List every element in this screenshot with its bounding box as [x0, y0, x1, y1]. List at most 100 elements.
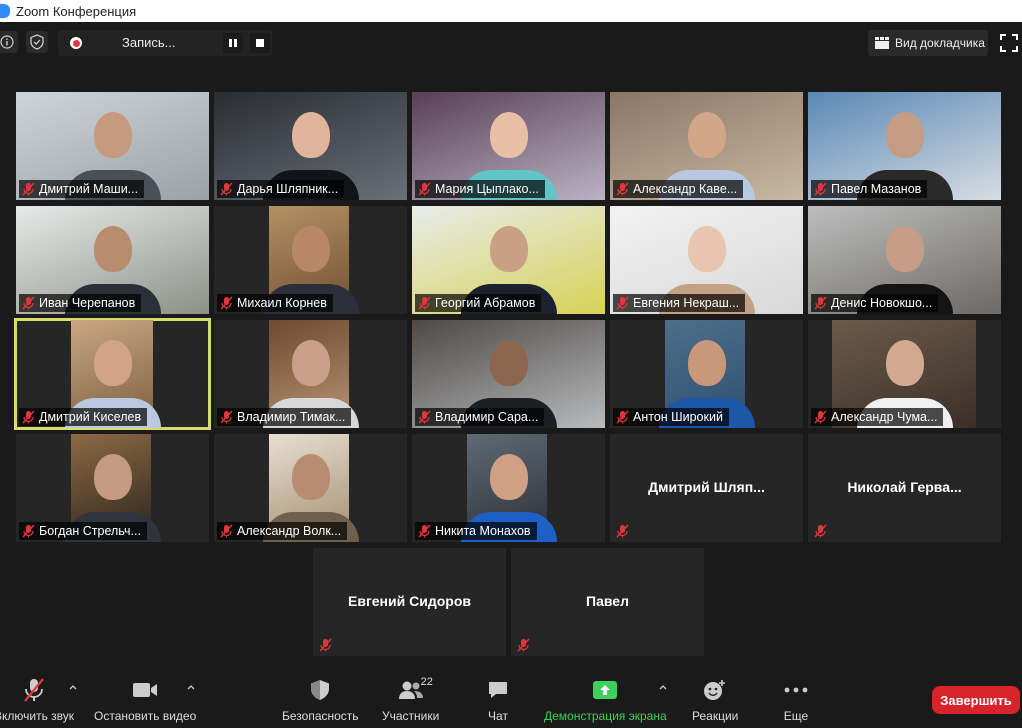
- pause-recording-button[interactable]: [223, 33, 243, 53]
- participant-tile[interactable]: Николай Герва...: [808, 434, 1001, 542]
- participant-face: [93, 226, 132, 272]
- participant-name-bar: Александр Волк...: [217, 522, 348, 540]
- muted-mic-icon: [814, 410, 827, 424]
- participant-name-bar: Владимир Тимак...: [217, 408, 352, 426]
- chat-label: Чат: [488, 709, 508, 723]
- recording-indicator: Запись...: [58, 30, 272, 56]
- participant-name: Иван Черепанов: [39, 296, 136, 310]
- participant-tile[interactable]: Павел Мазанов: [808, 92, 1001, 200]
- participant-tile[interactable]: Александр Кавe...: [610, 92, 803, 200]
- participants-button[interactable]: 22 Участники: [382, 676, 439, 723]
- participant-tile[interactable]: Владимир Сара...: [412, 320, 605, 428]
- reactions-label: Реакции: [692, 709, 739, 723]
- share-screen-label: Демонстрация экрана: [544, 709, 667, 723]
- participant-tile[interactable]: Павел: [511, 548, 704, 656]
- participant-face: [687, 112, 726, 158]
- participant-face: [885, 112, 924, 158]
- shield-icon: [306, 678, 334, 702]
- participant-tile[interactable]: Евгений Сидоров: [313, 548, 506, 656]
- participant-tile[interactable]: Денис Новокшо...: [808, 206, 1001, 314]
- participant-name: Денис Новокшо...: [831, 296, 933, 310]
- participant-name: Евгения Некраш...: [633, 296, 740, 310]
- reactions-button[interactable]: Реакции: [692, 678, 738, 723]
- muted-mic-icon: [814, 524, 827, 538]
- muted-mic-icon: [616, 182, 629, 196]
- participant-tile[interactable]: Александр Волк...: [214, 434, 407, 542]
- chat-bubble-icon: [484, 678, 512, 702]
- info-icon: [0, 35, 14, 49]
- participant-tile[interactable]: Евгения Некраш...: [610, 206, 803, 314]
- participants-icon: 22: [397, 676, 433, 702]
- stop-recording-button[interactable]: [250, 33, 270, 53]
- security-label: Безопасность: [282, 709, 359, 723]
- participant-name-bar: Евгения Некраш...: [613, 294, 746, 312]
- speaker-view-button[interactable]: Вид докладчика: [868, 30, 988, 56]
- participant-face: [489, 226, 528, 272]
- participant-tile[interactable]: Владимир Тимак...: [214, 320, 407, 428]
- participant-name: Владимир Сара...: [435, 410, 539, 424]
- muted-mic-icon: [616, 524, 629, 538]
- participant-name-bar: Георгий Абрамов: [415, 294, 542, 312]
- muted-mic-icon: [517, 638, 530, 652]
- participant-tile[interactable]: Дарья Шляпник...: [214, 92, 407, 200]
- participant-face: [291, 226, 330, 272]
- window-titlebar: Zoom Конференция: [0, 0, 1022, 22]
- participant-face: [93, 112, 132, 158]
- muted-mic-icon: [814, 296, 827, 310]
- participant-name: Георгий Абрамов: [435, 296, 536, 310]
- encryption-button[interactable]: [26, 31, 48, 53]
- participant-tile[interactable]: Дмитрий Киселев: [14, 318, 211, 430]
- participant-tile[interactable]: Георгий Абрамов: [412, 206, 605, 314]
- muted-mic-icon: [220, 182, 233, 196]
- security-button[interactable]: Безопасность: [282, 678, 359, 723]
- chat-button[interactable]: Чат: [484, 678, 512, 723]
- participant-name-bar: Дмитрий Маши...: [19, 180, 145, 198]
- fullscreen-icon[interactable]: [1000, 34, 1018, 52]
- participant-tile[interactable]: Мария Цыплако...: [412, 92, 605, 200]
- share-screen-icon: [591, 678, 619, 702]
- audio-options-chevron-up-icon[interactable]: [68, 682, 78, 692]
- muted-mic-icon: [220, 524, 233, 538]
- participant-tile[interactable]: Богдан Стрельч...: [16, 434, 209, 542]
- meeting-controls: Включить звук Остановить видео Безопасно…: [0, 670, 1022, 728]
- stop-icon: [256, 39, 264, 47]
- pause-icon: [229, 39, 237, 47]
- muted-mic-icon: [616, 410, 629, 424]
- meeting-top-bar: Запись... Вид докладчика: [0, 22, 1022, 68]
- muted-mic-icon: [418, 524, 431, 538]
- participant-face: [489, 340, 528, 386]
- participant-name-bar: Антон Широкий: [613, 408, 729, 426]
- speaker-view-label: Вид докладчика: [895, 36, 985, 50]
- participant-face: [687, 226, 726, 272]
- muted-mic-icon: [22, 410, 35, 424]
- end-meeting-button[interactable]: Завершить: [932, 686, 1020, 714]
- participant-name-bar: Никита Монахов: [415, 522, 537, 540]
- share-options-chevron-up-icon[interactable]: [658, 682, 668, 692]
- unmute-label: Включить звук: [0, 709, 75, 723]
- participant-face: [291, 340, 330, 386]
- participant-tile[interactable]: Иван Черепанов: [16, 206, 209, 314]
- participant-face: [885, 340, 924, 386]
- more-label: Еще: [783, 709, 809, 723]
- unmute-button[interactable]: Включить звук: [0, 678, 74, 723]
- video-options-chevron-up-icon[interactable]: [186, 682, 196, 692]
- participant-tile[interactable]: Александр Чума...: [808, 320, 1001, 428]
- participant-tile[interactable]: Дмитрий Шляп...: [610, 434, 803, 542]
- participant-tile[interactable]: Антон Широкий: [610, 320, 803, 428]
- more-button[interactable]: Еще: [782, 678, 810, 723]
- participant-name-bar: Михаил Корнев: [217, 294, 333, 312]
- grid-view-icon: [875, 37, 889, 49]
- participant-face: [489, 454, 528, 500]
- participant-tile[interactable]: Дмитрий Маши...: [16, 92, 209, 200]
- participant-tile[interactable]: Михаил Корнев: [214, 206, 407, 314]
- meeting-info-button[interactable]: [0, 31, 18, 53]
- share-screen-button[interactable]: Демонстрация экрана: [544, 678, 667, 723]
- participant-name: Мария Цыплако...: [435, 182, 539, 196]
- participant-name: Дарья Шляпник...: [237, 182, 339, 196]
- muted-mic-icon: [22, 182, 35, 196]
- muted-mic-icon: [616, 296, 629, 310]
- stop-video-button[interactable]: Остановить видео: [94, 678, 196, 723]
- participant-tile[interactable]: Никита Монахов: [412, 434, 605, 542]
- stop-video-label: Остановить видео: [94, 709, 197, 723]
- muted-mic-icon: [814, 182, 827, 196]
